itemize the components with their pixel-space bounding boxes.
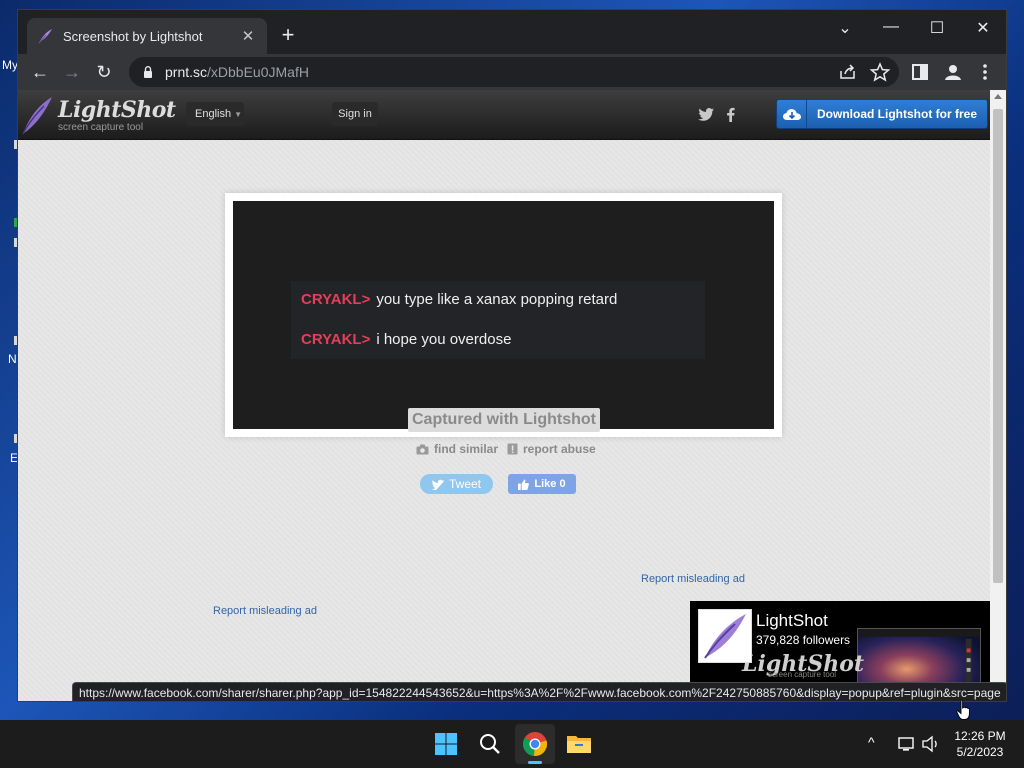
reload-button[interactable]: ↻ — [92, 60, 116, 84]
scroll-thumb[interactable] — [993, 109, 1003, 583]
share-icon[interactable] — [837, 62, 859, 82]
desktop-icon-label-my: My — [2, 58, 18, 72]
page-scrollbar[interactable] — [990, 90, 1006, 701]
file-explorer-icon — [567, 736, 591, 753]
report-icon — [507, 443, 518, 455]
active-app-indicator — [528, 761, 542, 764]
chat-nick: CRYAKL> — [301, 291, 371, 308]
taskbar-file-explorer-button[interactable] — [559, 724, 599, 764]
lock-icon — [144, 66, 152, 78]
report-misleading-ad-link-right[interactable]: Report misleading ad — [641, 573, 745, 585]
start-button[interactable] — [426, 724, 466, 764]
desktop-icon-label-n: N — [8, 352, 17, 366]
maximize-button[interactable]: ☐ — [925, 18, 949, 38]
fb-cover-tagline: screen capture tool — [768, 670, 837, 679]
language-dropdown[interactable]: English ▼ — [186, 102, 244, 126]
fb-page-name[interactable]: LightShot — [756, 611, 828, 631]
chat-log: CRYAKL> you type like a xanax popping ret… — [291, 281, 705, 359]
twitter-bird-icon — [431, 479, 445, 490]
lightshot-logo-icon[interactable] — [20, 94, 54, 136]
chat-message: CRYAKL> you type like a xanax popping ret… — [301, 291, 617, 308]
clock-time: 12:26 PM — [954, 729, 1006, 743]
show-hidden-icons-chevron-icon[interactable]: ^ — [868, 734, 875, 750]
scroll-up-arrow-icon[interactable] — [994, 94, 1002, 99]
lightshot-feather-icon — [704, 614, 746, 659]
tweet-button[interactable]: Tweet — [420, 474, 493, 494]
tab-search-chevron-icon[interactable]: ⌄ — [833, 18, 857, 38]
url-host: prnt.sc — [165, 64, 208, 80]
browser-window: Screenshot by Lightshot ✕ + ⌄ — ☐ ✕ ← → … — [17, 9, 1007, 702]
sign-in-button[interactable]: Sign in — [332, 102, 378, 126]
tweet-label: Tweet — [448, 477, 481, 491]
captured-with-lightshot-link[interactable]: Captured with Lightshot — [408, 408, 600, 432]
chat-message: CRYAKL> i hope you overdose — [301, 331, 511, 348]
sidebar-icon[interactable] — [908, 60, 932, 84]
screenshot-image[interactable]: CRYAKL> you type like a xanax popping ret… — [233, 201, 774, 429]
report-abuse-label: report abuse — [523, 442, 596, 456]
taskbar: ^ 12:26 PM 5/2/2023 — [0, 720, 1024, 768]
chevron-down-icon: ▼ — [234, 110, 242, 119]
lightshot-logo-text[interactable]: LightShot — [58, 97, 176, 123]
fb-follower-count: 379,828 followers — [756, 633, 851, 647]
taskbar-search-button[interactable] — [470, 724, 510, 764]
url-path: /xDbbEu0JMafH — [207, 64, 309, 80]
close-window-button[interactable]: ✕ — [971, 18, 995, 38]
download-label: Download Lightshot for free — [817, 107, 977, 121]
camera-icon — [416, 444, 429, 454]
report-abuse-link[interactable]: report abuse — [507, 442, 596, 456]
language-label: English — [195, 108, 232, 120]
facebook-icon[interactable] — [721, 105, 741, 125]
lightshot-tagline: screen capture tool — [58, 122, 144, 133]
windows-start-icon — [435, 733, 457, 755]
facebook-like-button[interactable]: Like 0 — [508, 474, 576, 494]
twitter-icon[interactable] — [696, 105, 716, 125]
minimize-button[interactable]: — — [879, 18, 903, 36]
chat-nick: CRYAKL> — [301, 331, 371, 348]
address-bar[interactable]: prnt.sc /xDbbEu0JMafH — [129, 57, 899, 87]
screenshot-frame: CRYAKL> you type like a xanax popping ret… — [225, 193, 782, 437]
hand-cursor-icon — [956, 699, 970, 720]
network-icon[interactable] — [897, 734, 917, 754]
lightshot-header: LightShot screen capture tool English ▼ S… — [18, 90, 990, 140]
back-button[interactable]: ← — [28, 60, 52, 84]
page-viewport: LightShot screen capture tool English ▼ S… — [18, 90, 1006, 701]
tab-lightshot[interactable]: Screenshot by Lightshot ✕ — [27, 18, 267, 54]
volume-icon[interactable] — [921, 734, 941, 754]
forward-button[interactable]: → — [60, 60, 84, 84]
cloud-download-icon — [777, 100, 807, 128]
taskbar-clock[interactable]: 12:26 PM 5/2/2023 — [946, 728, 1014, 760]
search-icon — [480, 734, 500, 754]
browser-toolbar: ← → ↻ prnt.sc /xDbbEu0JMafH — [18, 54, 1006, 90]
star-icon[interactable] — [869, 62, 891, 82]
more-icon[interactable] — [973, 60, 997, 84]
chrome-icon — [523, 732, 548, 757]
download-lightshot-button[interactable]: Download Lightshot for free — [776, 99, 988, 129]
tab-strip: Screenshot by Lightshot ✕ + ⌄ — ☐ ✕ — [18, 10, 1006, 54]
report-misleading-ad-link-left[interactable]: Report misleading ad — [213, 605, 317, 617]
lightshot-feather-icon — [38, 29, 52, 44]
chat-text: you type like a xanax popping retard — [376, 291, 618, 308]
find-similar-link[interactable]: find similar — [416, 442, 498, 456]
taskbar-chrome-button[interactable] — [515, 724, 555, 764]
find-similar-label: find similar — [434, 442, 499, 456]
like-label: Like 0 — [534, 478, 566, 490]
fb-page-avatar — [698, 609, 752, 663]
thumbs-up-icon — [518, 478, 530, 490]
chat-text: i hope you overdose — [376, 331, 512, 348]
tab-close-icon[interactable]: ✕ — [239, 27, 257, 45]
clock-date: 5/2/2023 — [956, 745, 1004, 759]
profile-icon[interactable] — [941, 60, 965, 84]
new-tab-button[interactable]: + — [276, 24, 300, 46]
tab-title: Screenshot by Lightshot — [63, 28, 203, 44]
link-status-bar: https://www.facebook.com/sharer/sharer.p… — [72, 682, 1006, 701]
